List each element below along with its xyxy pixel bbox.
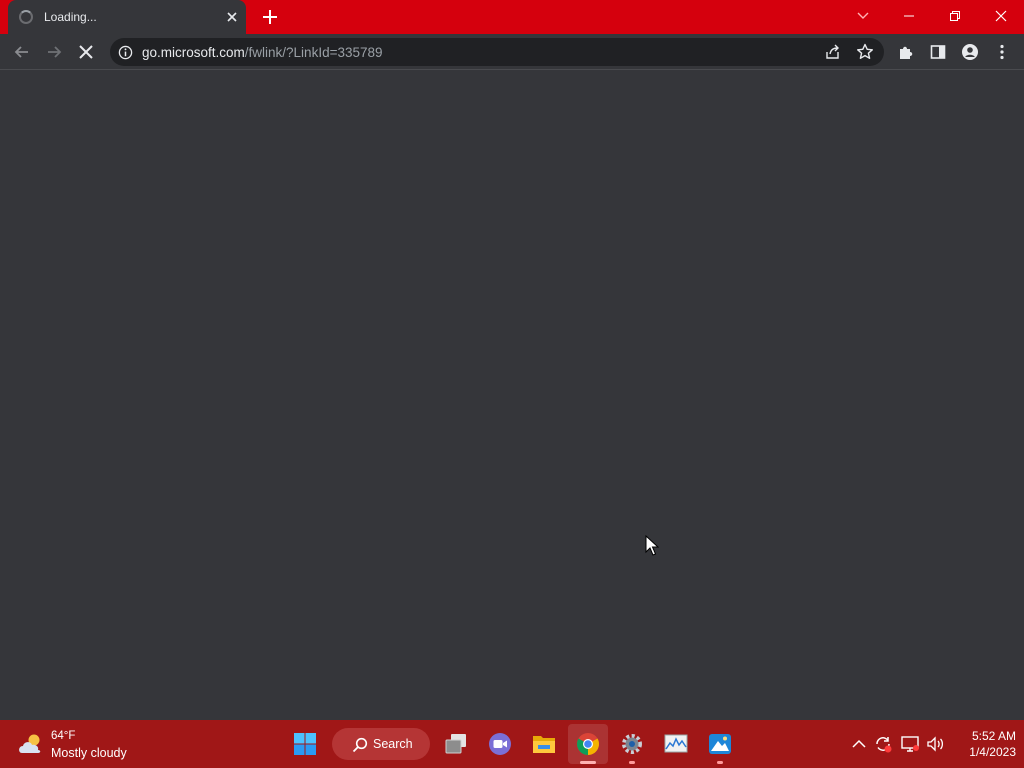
taskbar-clock[interactable]: 5:52 AM 1/4/2023 <box>952 728 1016 760</box>
chrome-icon <box>577 733 599 755</box>
file-explorer-icon <box>533 736 555 753</box>
resource-monitor-button[interactable] <box>656 724 696 764</box>
browser-toolbar: go.microsoft.com/fwlink/?LinkId=335789 <box>0 34 1024 70</box>
side-panel-icon <box>930 45 946 59</box>
minimize-icon <box>904 15 914 17</box>
search-icon <box>352 737 368 753</box>
profile-icon <box>962 44 978 60</box>
star-icon <box>857 43 873 59</box>
chat-app-button[interactable] <box>480 724 520 764</box>
task-view-icon <box>445 734 466 754</box>
close-icon <box>995 10 1007 22</box>
address-bar[interactable]: go.microsoft.com/fwlink/?LinkId=335789 <box>110 38 884 66</box>
network-icon <box>901 736 919 752</box>
puzzle-icon <box>900 46 913 59</box>
browser-menu-button[interactable] <box>988 38 1016 66</box>
sync-icon <box>876 737 892 753</box>
task-view-button[interactable] <box>436 724 476 764</box>
taskbar: 64°F Mostly cloudy Search 5:52 AM 1/4/20… <box>0 720 1024 768</box>
url-path: /fwlink/?LinkId=335789 <box>244 45 383 60</box>
file-explorer-button[interactable] <box>524 724 564 764</box>
taskbar-search-button[interactable]: Search <box>332 728 430 760</box>
stop-icon <box>79 45 93 59</box>
forward-button[interactable] <box>40 38 68 66</box>
running-indicator <box>629 761 635 764</box>
photos-icon <box>709 734 731 754</box>
page-content[interactable] <box>0 71 1024 720</box>
url-host: go.microsoft.com <box>142 45 245 60</box>
mouse-cursor-icon <box>645 535 659 556</box>
sync-status-button[interactable] <box>873 734 893 754</box>
chevron-up-icon <box>852 739 866 748</box>
chrome-button[interactable] <box>568 724 608 764</box>
tab-title: Loading... <box>44 10 97 24</box>
photos-button[interactable] <box>700 724 740 764</box>
stop-loading-button[interactable] <box>72 38 100 66</box>
search-label: Search <box>373 737 413 751</box>
minimize-button[interactable] <box>886 0 932 32</box>
loading-spinner-icon <box>19 10 33 24</box>
profile-button[interactable] <box>956 38 984 66</box>
close-icon <box>227 12 237 22</box>
side-panel-button[interactable] <box>924 38 952 66</box>
network-button[interactable] <box>900 734 920 754</box>
show-hidden-icons-button[interactable] <box>849 734 869 754</box>
weather-temperature: 64°F <box>51 730 76 742</box>
volume-icon <box>927 736 944 752</box>
running-indicator <box>580 761 596 764</box>
weather-condition: Mostly cloudy <box>51 746 127 760</box>
back-arrow-icon <box>14 46 28 58</box>
weather-widget[interactable]: 64°F Mostly cloudy <box>14 728 154 762</box>
extensions-button[interactable] <box>892 38 920 66</box>
plus-icon <box>263 10 277 24</box>
settings-button[interactable] <box>612 724 652 764</box>
tab-strip: Loading... <box>0 0 1024 34</box>
tab-search-button[interactable] <box>840 0 886 32</box>
chevron-down-icon <box>857 12 869 19</box>
share-button[interactable] <box>823 42 845 64</box>
resource-monitor-icon <box>664 734 688 753</box>
new-tab-button[interactable] <box>258 6 282 28</box>
restore-icon <box>950 11 960 21</box>
running-indicator <box>717 761 723 764</box>
share-icon <box>826 44 839 59</box>
weather-cloud-sun-icon <box>19 734 41 753</box>
kebab-menu-icon <box>1000 44 1004 60</box>
restore-button[interactable] <box>932 0 978 32</box>
bookmark-button[interactable] <box>855 42 877 64</box>
clock-date: 1/4/2023 <box>969 745 1016 759</box>
info-icon <box>118 45 133 60</box>
volume-button[interactable] <box>925 734 945 754</box>
forward-arrow-icon <box>48 46 62 58</box>
video-chat-icon <box>489 733 511 755</box>
tab-close-button[interactable] <box>223 8 241 26</box>
browser-tab[interactable]: Loading... <box>8 0 246 34</box>
close-window-button[interactable] <box>978 0 1024 32</box>
url-text[interactable]: go.microsoft.com/fwlink/?LinkId=335789 <box>142 45 383 60</box>
start-button[interactable] <box>285 724 325 764</box>
windows-start-icon <box>294 733 316 755</box>
back-button[interactable] <box>8 38 36 66</box>
settings-gear-icon <box>622 734 642 754</box>
clock-time: 5:52 AM <box>971 729 1016 743</box>
